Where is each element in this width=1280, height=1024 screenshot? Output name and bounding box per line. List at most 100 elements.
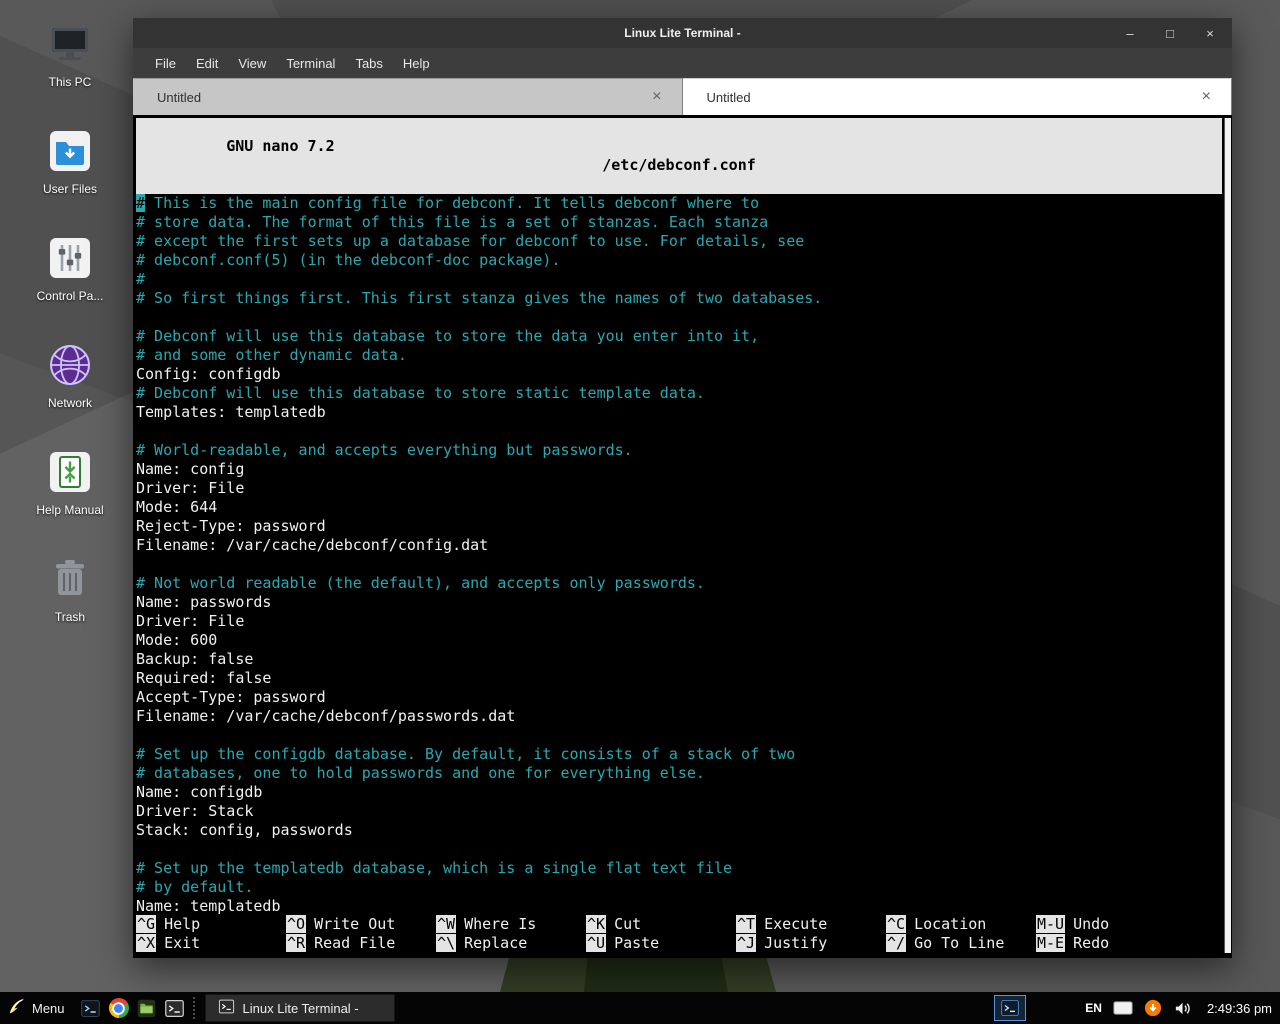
terminal-tab-2[interactable]: Untitled× <box>683 78 1233 115</box>
nano-line: # <box>136 270 1222 289</box>
clock[interactable]: 2:49:36 pm <box>1203 1001 1272 1016</box>
terminal-screen[interactable]: GNU nano 7.2 /etc/debconf.conf # This is… <box>133 115 1232 958</box>
nano-version: GNU nano 7.2 <box>208 137 334 155</box>
desktop-icon-trash[interactable]: Trash <box>22 555 118 624</box>
minimize-icon[interactable]: – <box>1122 27 1138 40</box>
menu-edit[interactable]: Edit <box>186 51 228 76</box>
desktop-icon-control-panel[interactable]: Control Pa... <box>22 234 118 303</box>
nano-line: Driver: File <box>136 612 1222 631</box>
nano-line <box>136 840 1222 859</box>
nano-shortcut: M-UUndo <box>1036 915 1186 934</box>
file-manager-icon <box>136 998 157 1019</box>
terminal-light-icon <box>164 998 185 1019</box>
desktop-icons: This PC User Files Control Pa... Network Hel… <box>22 20 118 624</box>
nano-line: # debconf.conf(5) (in the debconf-doc pa… <box>136 251 1222 270</box>
nano-line <box>136 726 1222 745</box>
task-button-terminal[interactable]: Linux Lite Terminal - <box>205 994 395 1022</box>
tab-close-icon[interactable]: × <box>648 87 665 107</box>
nano-shortcut: ^UPaste <box>586 934 736 953</box>
nano-line: Config: configdb <box>136 365 1222 384</box>
nano-shortcut: ^XExit <box>136 934 286 953</box>
menubar: FileEditViewTerminalTabsHelp <box>133 48 1232 78</box>
system-tray: EN 2:49:36 pm <box>994 995 1280 1021</box>
terminal-launcher[interactable] <box>77 992 105 1024</box>
nano-line <box>136 422 1222 441</box>
nano-line: Filename: /var/cache/debconf/config.dat <box>136 536 1222 555</box>
nano-line: # This is the main config file for debco… <box>136 194 1222 213</box>
nano-shortcut: ^\Replace <box>436 934 586 953</box>
terminal-alt-launcher[interactable] <box>161 992 189 1024</box>
menu-help[interactable]: Help <box>393 51 440 76</box>
terminal-scrollbar[interactable] <box>1224 118 1231 953</box>
nano-line: # Debconf will use this database to stor… <box>136 384 1222 403</box>
terminal-dark-icon <box>80 998 101 1019</box>
tab-close-icon[interactable]: × <box>1198 87 1215 107</box>
menu-button[interactable]: Menu <box>0 992 77 1024</box>
desktop-icon-label: User Files <box>43 182 97 196</box>
nano-line: Name: config <box>136 460 1222 479</box>
nano-line: Name: templatedb <box>136 897 1222 915</box>
nano-line: # Debconf will use this database to stor… <box>136 327 1222 346</box>
updates-icon[interactable] <box>1144 999 1162 1017</box>
nano-line: # and some other dynamic data. <box>136 346 1222 365</box>
nano-shortcuts: ^GHelp^OWrite Out^WWhere Is^KCut^TExecut… <box>136 915 1222 953</box>
nano-line: Name: configdb <box>136 783 1222 802</box>
trash-icon <box>46 555 94 603</box>
nano-line: Mode: 644 <box>136 498 1222 517</box>
window-title: Linux Lite Terminal - <box>624 26 740 40</box>
nano-line: # databases, one to hold passwords and o… <box>136 764 1222 783</box>
computer-icon <box>46 20 94 68</box>
window-titlebar[interactable]: Linux Lite Terminal - – □ × <box>133 18 1232 48</box>
nano-shortcut: ^KCut <box>586 915 736 934</box>
nano-filename: /etc/debconf.conf <box>136 156 1222 175</box>
nano-shortcut: ^WWhere Is <box>436 915 586 934</box>
nano-shortcut: ^CLocation <box>886 915 1036 934</box>
nano-line: Driver: File <box>136 479 1222 498</box>
folder-icon <box>46 127 94 175</box>
desktop-icon-user-files[interactable]: User Files <box>22 127 118 196</box>
nano-line: Accept-Type: password <box>136 688 1222 707</box>
nano-shortcut: ^TExecute <box>736 915 886 934</box>
nano-line: Name: passwords <box>136 593 1222 612</box>
nano-line: # Not world readable (the default), and … <box>136 574 1222 593</box>
file-manager-launcher[interactable] <box>133 992 161 1024</box>
nano-line: # Set up the templatedb database, which … <box>136 859 1222 878</box>
volume-icon[interactable] <box>1173 999 1192 1018</box>
taskbar: Menu Linux Lite Terminal - EN 2:49:36 <box>0 992 1280 1024</box>
terminal-icon <box>218 998 235 1018</box>
nano-shortcut: ^RRead File <box>286 934 436 953</box>
menu-view[interactable]: View <box>228 51 276 76</box>
nano-shortcut: ^OWrite Out <box>286 915 436 934</box>
browser-launcher[interactable] <box>105 992 133 1024</box>
book-icon <box>46 448 94 496</box>
terminal-window: Linux Lite Terminal - – □ × FileEditView… <box>133 18 1232 958</box>
nano-titlebar: GNU nano 7.2 /etc/debconf.conf <box>136 118 1222 194</box>
desktop-icon-this-pc[interactable]: This PC <box>22 20 118 89</box>
maximize-icon[interactable]: □ <box>1162 27 1178 40</box>
menu-terminal[interactable]: Terminal <box>276 51 345 76</box>
nano-content: # This is the main config file for debco… <box>136 194 1222 915</box>
desktop-icon-help-manual[interactable]: Help Manual <box>22 448 118 517</box>
nano-line: # So first things first. This first stan… <box>136 289 1222 308</box>
nano-shortcut: ^/Go To Line <box>886 934 1036 953</box>
taskbar-launchers <box>77 992 189 1024</box>
terminal-tab-1[interactable]: Untitled× <box>133 78 683 115</box>
tray-terminal-icon[interactable] <box>994 995 1026 1021</box>
desktop-icon-network[interactable]: Network <box>22 341 118 410</box>
nano-shortcut: ^GHelp <box>136 915 286 934</box>
desktop-icon-label: Control Pa... <box>37 289 104 303</box>
nano-line: Filename: /var/cache/debconf/passwords.d… <box>136 707 1222 726</box>
menu-tabs[interactable]: Tabs <box>345 51 392 76</box>
language-indicator[interactable]: EN <box>1085 1001 1102 1015</box>
keyboard-layout-icon[interactable] <box>1113 1001 1133 1015</box>
nano-shortcut: ^JJustify <box>736 934 886 953</box>
nano-line <box>136 308 1222 327</box>
desktop-icon-label: This PC <box>49 75 92 89</box>
nano-line: Stack: config, passwords <box>136 821 1222 840</box>
close-icon[interactable]: × <box>1202 27 1218 40</box>
nano-line: Backup: false <box>136 650 1222 669</box>
nano-line: # store data. The format of this file is… <box>136 213 1222 232</box>
desktop-icon-label: Network <box>48 396 92 410</box>
menu-file[interactable]: File <box>145 51 186 76</box>
menu-button-label: Menu <box>32 1001 65 1016</box>
